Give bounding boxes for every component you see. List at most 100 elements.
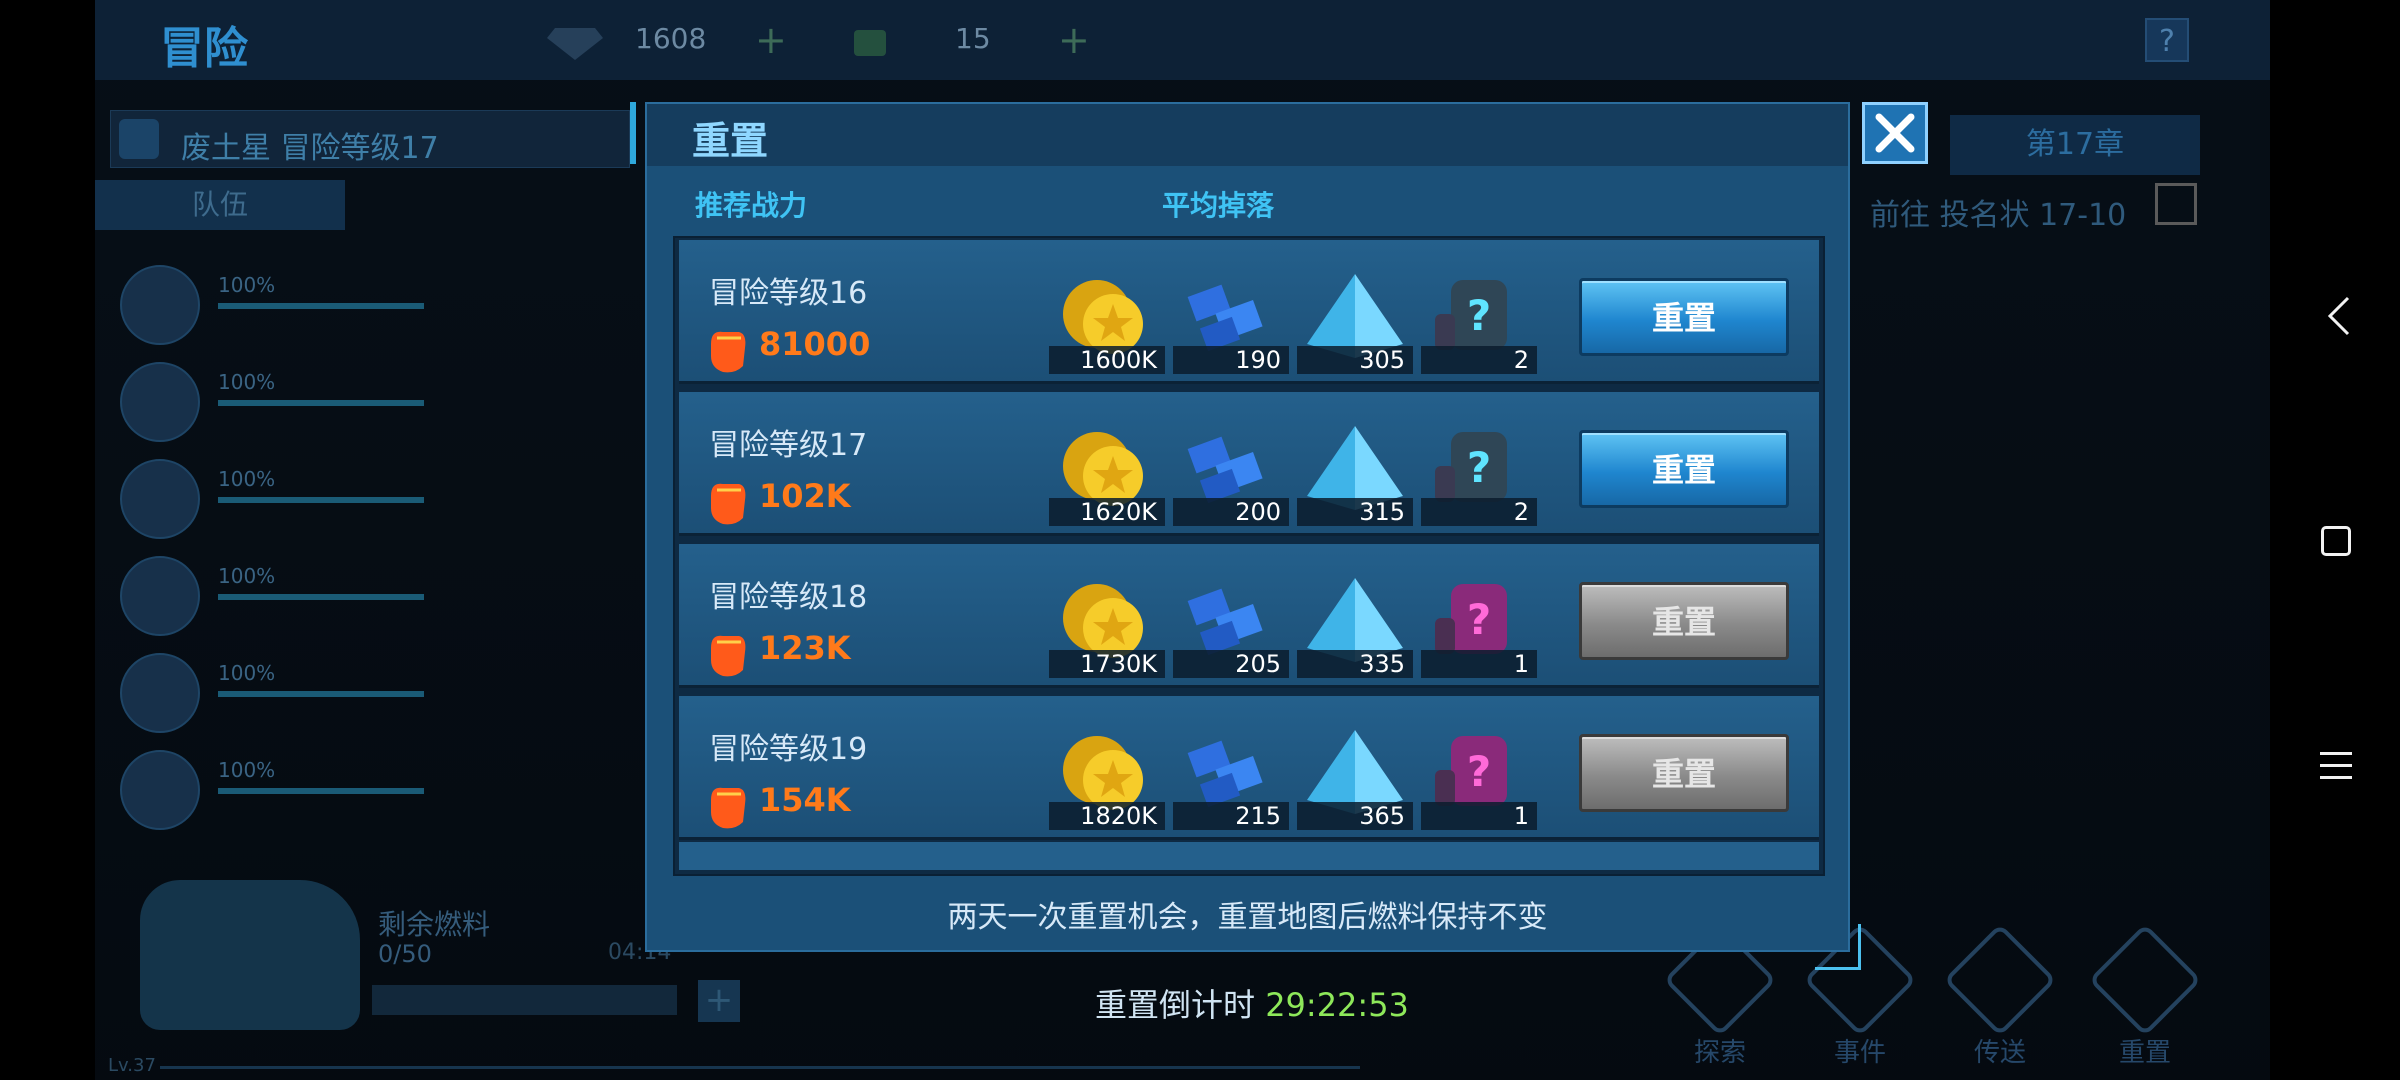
modal-accent	[630, 102, 636, 164]
coin-count: 1820K	[1049, 802, 1165, 830]
player-level: Lv.37	[108, 1055, 156, 1076]
blue-block-item[interactable]: 205	[1173, 574, 1289, 678]
power-fist-icon	[711, 635, 746, 677]
event-label: 事件	[1833, 1038, 1886, 1068]
level-row: 冒险等级18 123K 1730K 205 335 ? 1 重置	[679, 544, 1819, 688]
goto-stage-text[interactable]: 前往 投名状 17-10	[1870, 190, 2126, 234]
close-button[interactable]	[1862, 102, 1928, 164]
gold-coin-item[interactable]: 1820K	[1049, 726, 1165, 830]
coin-count: 1620K	[1049, 498, 1165, 526]
armor-count: 1	[1421, 802, 1537, 830]
nav-menu-icon[interactable]	[2320, 752, 2352, 780]
reset-icon	[2088, 923, 2202, 1037]
team-tab[interactable]: 队伍	[95, 180, 345, 230]
power-fist-icon	[711, 331, 746, 373]
fuel-refill-button[interactable]: +	[698, 980, 740, 1022]
crystal-item[interactable]: 365	[1297, 726, 1413, 830]
close-icon	[1875, 113, 1915, 153]
gold-coin-item[interactable]: 1620K	[1049, 422, 1165, 526]
armor-count: 1	[1421, 650, 1537, 678]
reset-button[interactable]: 重置	[1579, 430, 1789, 508]
svg-text:?: ?	[1467, 291, 1491, 340]
fuel-count: 15	[955, 22, 991, 55]
nav-back-icon[interactable]	[2320, 292, 2360, 340]
reset-button[interactable]: 重置	[1579, 734, 1789, 812]
reset-button[interactable]: 重置	[1579, 278, 1789, 356]
teleport-label: 传送	[1973, 1038, 2026, 1068]
search-icon	[119, 119, 159, 159]
countdown-label: 重置倒计时	[1095, 986, 1256, 1024]
fuel-remaining-label: 剩余燃料	[378, 908, 491, 941]
crystal-count: 315	[1297, 498, 1413, 526]
hero-hp-bar	[218, 303, 424, 309]
hero-hp: 100%	[218, 564, 276, 588]
blue-block-item[interactable]: 200	[1173, 422, 1289, 526]
crystal-item[interactable]: 305	[1297, 270, 1413, 374]
crystal-count: 365	[1297, 802, 1413, 830]
hero-hp-bar	[218, 594, 424, 600]
block-count: 200	[1173, 498, 1289, 526]
reset-map-button[interactable]: 重置	[2085, 923, 2205, 1068]
explore-button[interactable]: 探索	[1660, 923, 1780, 1068]
crystal-count: 305	[1297, 346, 1413, 374]
chapter-label[interactable]: 第17章	[1950, 115, 2200, 175]
coin-count: 1600K	[1049, 346, 1165, 374]
target-icon[interactable]	[2155, 183, 2197, 225]
hero-slot[interactable]: 100%	[120, 459, 424, 549]
hero-slot[interactable]: 100%	[120, 653, 424, 743]
top-bar	[95, 0, 2270, 80]
hero-slot[interactable]: 100%	[120, 265, 424, 355]
reset-button[interactable]: 重置	[1579, 582, 1789, 660]
level-name: 冒险等级19	[709, 732, 868, 767]
nav-home-icon[interactable]	[2321, 526, 2351, 556]
fuel-add-button[interactable]: +	[1058, 18, 1090, 62]
gem-icon	[545, 22, 605, 62]
mystery-armor-item[interactable]: ? 1	[1421, 574, 1537, 678]
column-average-drop: 平均掉落	[1162, 189, 1275, 222]
mystery-armor-item[interactable]: ? 2	[1421, 270, 1537, 374]
hero-hp: 100%	[218, 661, 276, 685]
hero-slot[interactable]: 100%	[120, 750, 424, 840]
teleport-button[interactable]: 传送	[1940, 923, 2060, 1068]
crystal-item[interactable]: 315	[1297, 422, 1413, 526]
exp-bar	[160, 1066, 1360, 1069]
fuel-icon	[848, 22, 892, 62]
blue-block-item[interactable]: 190	[1173, 270, 1289, 374]
teleport-icon	[1943, 923, 2057, 1037]
hero-hp: 100%	[218, 273, 276, 297]
column-recommended-power: 推荐战力	[695, 189, 808, 222]
hero-avatar	[120, 653, 200, 733]
list-row-partial	[679, 842, 1819, 870]
gold-coin-item[interactable]: 1600K	[1049, 270, 1165, 374]
help-button[interactable]: ?	[2145, 18, 2189, 62]
hero-avatar	[120, 459, 200, 539]
blue-block-item[interactable]: 215	[1173, 726, 1289, 830]
block-count: 190	[1173, 346, 1289, 374]
hero-slot[interactable]: 100%	[120, 556, 424, 646]
crystal-count: 335	[1297, 650, 1413, 678]
gold-coin-item[interactable]: 1730K	[1049, 574, 1165, 678]
gem-add-button[interactable]: +	[755, 18, 787, 62]
reset-map-label: 重置	[2118, 1038, 2171, 1068]
recommended-power: 154K	[759, 781, 851, 819]
hero-slot[interactable]: 100%	[120, 362, 424, 452]
countdown-time: 29:22:53	[1265, 986, 1409, 1024]
reset-countdown: 重置倒计时 29:22:53	[1095, 980, 1409, 1026]
location-label: 废土星 冒险等级17	[181, 131, 439, 166]
hero-hp-bar	[218, 400, 424, 406]
location-search[interactable]: 废土星 冒险等级17	[110, 110, 630, 168]
block-count: 215	[1173, 802, 1289, 830]
screen-title: 冒险	[160, 23, 248, 74]
power-fist-icon	[711, 483, 746, 525]
level-list[interactable]: 冒险等级16 81000 1600K 190 305 ? 2 重置 冒险等级17…	[673, 236, 1825, 876]
dialog-title: 重置	[692, 119, 769, 163]
mystery-armor-item[interactable]: ? 1	[1421, 726, 1537, 830]
crystal-item[interactable]: 335	[1297, 574, 1413, 678]
mystery-armor-item[interactable]: ? 2	[1421, 422, 1537, 526]
hero-avatar	[120, 556, 200, 636]
hero-hp: 100%	[218, 467, 276, 491]
recommended-power: 102K	[759, 477, 851, 515]
hero-avatar	[120, 362, 200, 442]
hero-hp-bar	[218, 497, 424, 503]
level-row: 冒险等级16 81000 1600K 190 305 ? 2 重置	[679, 240, 1819, 384]
